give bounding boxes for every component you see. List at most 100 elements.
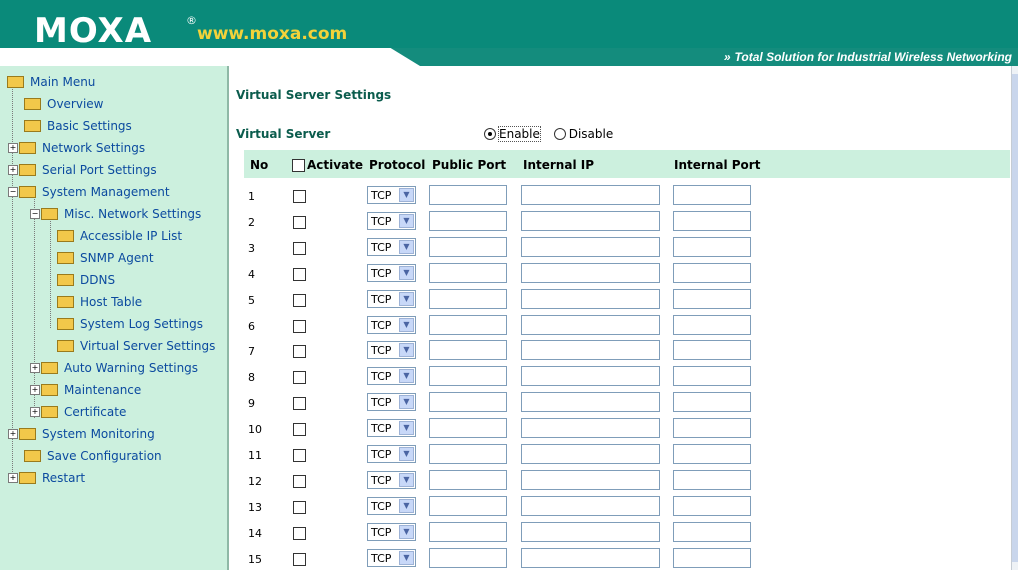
internal-port-input[interactable] (673, 469, 751, 490)
sidebar-item-system-monitoring[interactable]: + System Monitoring (8, 424, 155, 444)
chevron-down-icon[interactable]: ▼ (399, 188, 414, 202)
protocol-select[interactable]: TCP ▼ (367, 186, 416, 204)
activate-all-checkbox[interactable] (292, 159, 305, 172)
activate-checkbox[interactable] (293, 267, 306, 281)
public-port-input[interactable] (429, 340, 507, 361)
internal-ip-input[interactable] (521, 236, 660, 257)
sidebar-item-misc-network-settings[interactable]: − Misc. Network Settings (30, 204, 201, 224)
public-port-input[interactable] (429, 314, 507, 335)
internal-ip-input[interactable] (521, 521, 660, 542)
activate-checkbox[interactable] (293, 449, 306, 462)
activate-checkbox[interactable] (293, 552, 306, 566)
sidebar-item-maintenance[interactable]: + Maintenance (30, 380, 141, 400)
internal-ip-input[interactable] (521, 495, 660, 516)
chevron-down-icon[interactable]: ▼ (399, 317, 414, 332)
internal-port-input[interactable] (673, 521, 751, 542)
chevron-down-icon[interactable]: ▼ (399, 498, 414, 513)
protocol-select[interactable]: TCP ▼ (367, 419, 416, 438)
public-port-input[interactable] (429, 444, 507, 464)
protocol-select[interactable]: TCP ▼ (367, 289, 416, 308)
public-port-input[interactable] (429, 185, 507, 205)
public-port-input[interactable] (429, 366, 507, 387)
activate-checkbox[interactable] (293, 526, 306, 540)
sidebar-item-overview[interactable]: Overview (24, 94, 104, 114)
public-port-input[interactable] (429, 469, 507, 490)
sidebar-item-system-log-settings[interactable]: System Log Settings (57, 314, 203, 334)
internal-port-input[interactable] (673, 262, 751, 283)
chevron-down-icon[interactable]: ▼ (399, 343, 414, 358)
chevron-down-icon[interactable]: ▼ (399, 550, 414, 565)
internal-ip-input[interactable] (521, 288, 660, 309)
expand-plus-icon[interactable]: + (8, 164, 18, 175)
protocol-select[interactable]: TCP ▼ (367, 393, 416, 412)
protocol-select[interactable]: TCP ▼ (367, 548, 416, 567)
activate-checkbox[interactable] (293, 500, 306, 514)
sidebar-item-virtual-server-settings[interactable]: Virtual Server Settings (57, 336, 215, 356)
sidebar-item-main-menu[interactable]: Main Menu (7, 72, 95, 92)
internal-ip-input[interactable] (521, 547, 660, 568)
protocol-select[interactable]: TCP ▼ (367, 237, 416, 256)
internal-port-input[interactable] (673, 185, 751, 205)
expand-plus-icon[interactable]: + (30, 384, 40, 395)
internal-ip-input[interactable] (521, 314, 660, 335)
protocol-select[interactable]: TCP ▼ (367, 522, 416, 541)
protocol-select[interactable]: TCP ▼ (367, 315, 416, 334)
chevron-down-icon[interactable]: ▼ (399, 213, 414, 228)
protocol-select[interactable]: TCP ▼ (367, 263, 416, 282)
public-port-input[interactable] (429, 210, 507, 231)
internal-ip-input[interactable] (521, 366, 660, 387)
sidebar-item-restart[interactable]: + Restart (8, 468, 85, 488)
sidebar-item-network-settings[interactable]: + Network Settings (8, 138, 145, 158)
internal-port-input[interactable] (673, 236, 751, 257)
protocol-select[interactable]: TCP ▼ (367, 470, 416, 489)
disable-radio[interactable] (553, 127, 566, 140)
expand-plus-icon[interactable]: + (30, 362, 40, 373)
internal-port-input[interactable] (673, 288, 751, 309)
chevron-down-icon[interactable]: ▼ (399, 421, 414, 436)
internal-ip-input[interactable] (521, 340, 660, 361)
chevron-down-icon[interactable]: ▼ (399, 395, 414, 410)
internal-port-input[interactable] (673, 366, 751, 387)
internal-ip-input[interactable] (521, 185, 660, 205)
collapse-minus-icon[interactable]: − (30, 208, 40, 219)
sidebar-item-auto-warning-settings[interactable]: + Auto Warning Settings (30, 358, 198, 378)
internal-ip-input[interactable] (521, 392, 660, 413)
internal-port-input[interactable] (673, 418, 751, 439)
internal-port-input[interactable] (673, 444, 751, 464)
activate-checkbox[interactable] (293, 190, 306, 203)
chevron-down-icon[interactable]: ▼ (399, 239, 414, 254)
public-port-input[interactable] (429, 262, 507, 283)
chevron-down-icon[interactable]: ▼ (399, 472, 414, 487)
expand-plus-icon[interactable]: + (30, 406, 40, 417)
internal-ip-input[interactable] (521, 418, 660, 439)
scrollbar-thumb[interactable] (1012, 74, 1018, 562)
sidebar-item-save-configuration[interactable]: Save Configuration (24, 446, 162, 466)
public-port-input[interactable] (429, 547, 507, 568)
activate-checkbox[interactable] (293, 397, 306, 411)
sidebar-item-accessible-ip-list[interactable]: Accessible IP List (57, 226, 182, 246)
chevron-down-icon[interactable]: ▼ (399, 265, 414, 280)
protocol-select[interactable]: TCP ▼ (367, 341, 416, 360)
activate-checkbox[interactable] (293, 474, 306, 488)
internal-port-input[interactable] (673, 495, 751, 516)
vertical-scrollbar[interactable] (1011, 66, 1018, 570)
expand-plus-icon[interactable]: + (8, 142, 18, 153)
internal-port-input[interactable] (673, 314, 751, 335)
chevron-down-icon[interactable]: ▼ (399, 524, 414, 539)
public-port-input[interactable] (429, 288, 507, 309)
internal-port-input[interactable] (673, 340, 751, 361)
enable-label[interactable]: Enable (498, 126, 541, 142)
site-url[interactable]: www.moxa.com (197, 24, 347, 44)
public-port-input[interactable] (429, 236, 507, 257)
internal-ip-input[interactable] (521, 262, 660, 283)
public-port-input[interactable] (429, 521, 507, 542)
internal-port-input[interactable] (673, 392, 751, 413)
chevron-down-icon[interactable]: ▼ (399, 291, 414, 306)
expand-plus-icon[interactable]: + (8, 472, 18, 483)
activate-checkbox[interactable] (293, 371, 306, 385)
expand-plus-icon[interactable]: + (8, 428, 18, 439)
public-port-input[interactable] (429, 392, 507, 413)
protocol-select[interactable]: TCP ▼ (367, 496, 416, 515)
sidebar-item-system-management[interactable]: − System Management (8, 182, 170, 202)
sidebar-item-snmp-agent[interactable]: SNMP Agent (57, 248, 154, 268)
